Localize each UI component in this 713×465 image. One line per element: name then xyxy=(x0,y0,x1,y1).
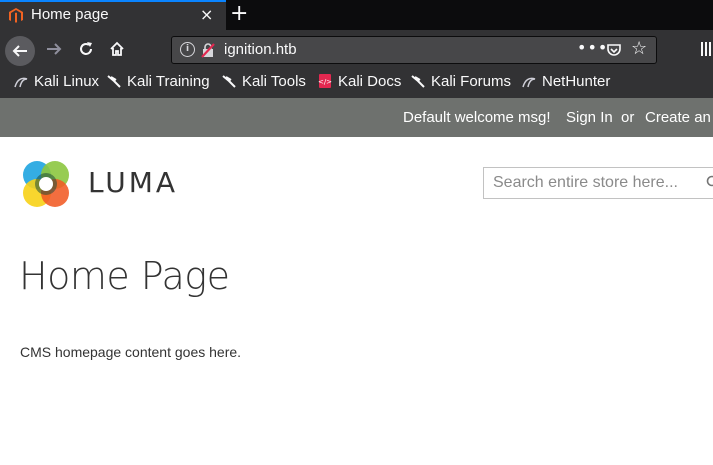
reload-icon xyxy=(80,42,92,55)
info-icon[interactable]: i xyxy=(180,42,195,57)
or-text: or xyxy=(621,109,635,126)
url-text[interactable]: ignition.htb xyxy=(224,41,297,58)
bookmarks-toolbar: Kali Linux Kali Training Kali Tools </> K… xyxy=(0,68,713,99)
bookmark-kali-forums[interactable]: Kali Forums xyxy=(411,73,511,90)
sign-in-link[interactable]: Sign In xyxy=(566,109,613,126)
page-actions-menu-icon[interactable]: ••• xyxy=(577,38,608,57)
welcome-message: Default welcome msg! xyxy=(403,109,551,126)
search-box xyxy=(483,167,713,199)
arrow-right-icon xyxy=(47,43,62,55)
insecure-lock-icon[interactable] xyxy=(200,42,216,58)
arrow-left-icon xyxy=(12,45,27,57)
tab-title: Home page xyxy=(31,6,109,23)
search-input[interactable] xyxy=(484,168,703,198)
bookmark-kali-tools[interactable]: Kali Tools xyxy=(222,73,306,90)
new-tab-button[interactable]: + xyxy=(230,1,248,27)
back-button[interactable] xyxy=(5,36,35,66)
page-content: CMS homepage content goes here. xyxy=(20,344,242,360)
home-button[interactable] xyxy=(105,37,129,61)
kali-docs-icon: </> xyxy=(318,74,332,88)
search-icon[interactable] xyxy=(706,175,713,189)
svg-text:</>: </> xyxy=(318,78,332,86)
kali-dragon-icon xyxy=(522,77,536,88)
header-panel: Default welcome msg! Sign In or Create a… xyxy=(0,98,713,137)
bookmark-kali-linux[interactable]: Kali Linux xyxy=(14,73,99,90)
tab-close-icon[interactable]: × xyxy=(200,5,213,24)
tab-home-page[interactable]: Home page × xyxy=(0,0,226,30)
kali-dragon-icon xyxy=(222,75,236,88)
kali-dragon-icon xyxy=(411,75,425,88)
create-account-link[interactable]: Create an xyxy=(645,109,711,126)
luma-logo-icon[interactable] xyxy=(20,158,72,210)
kali-dragon-icon xyxy=(14,77,28,88)
library-icon[interactable] xyxy=(701,40,713,58)
tab-bar: Home page × + xyxy=(0,0,713,30)
bookmark-kali-docs[interactable]: </> Kali Docs xyxy=(318,73,401,90)
bookmark-star-icon[interactable]: ☆ xyxy=(631,38,647,59)
home-icon xyxy=(110,41,124,56)
bookmark-nethunter[interactable]: NetHunter xyxy=(522,73,610,90)
bookmark-kali-training[interactable]: Kali Training xyxy=(107,73,210,90)
forward-button[interactable] xyxy=(42,37,66,61)
page-title: Home Page xyxy=(19,254,230,298)
logo-text[interactable]: LUMA xyxy=(88,166,178,199)
kali-dragon-icon xyxy=(107,75,121,88)
magento-favicon-icon xyxy=(9,8,23,23)
reload-button[interactable] xyxy=(74,37,98,61)
navigation-bar: i ignition.htb ••• ☆ xyxy=(0,30,713,68)
url-bar[interactable]: i ignition.htb ••• ☆ xyxy=(171,36,657,64)
pocket-icon[interactable] xyxy=(606,42,622,58)
